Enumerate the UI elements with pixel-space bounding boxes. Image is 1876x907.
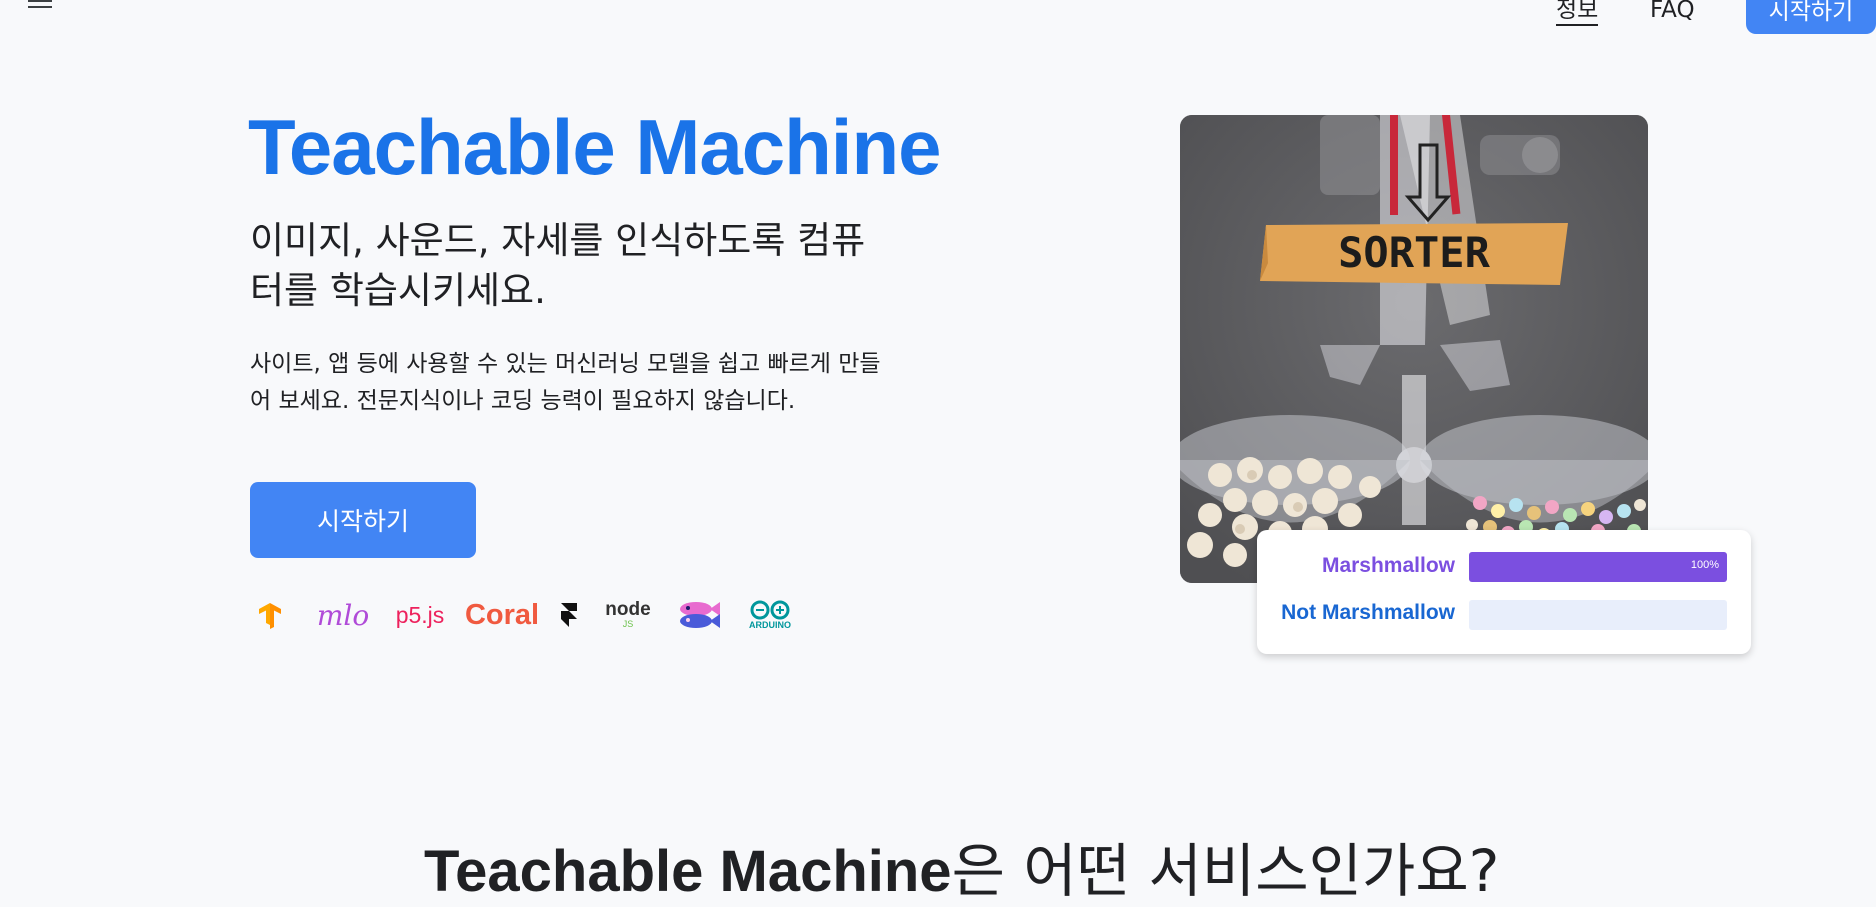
framer-logo-icon[interactable] (558, 594, 580, 636)
class-label-not-marshmallow: Not Marshmallow (1281, 601, 1455, 624)
hero-description: 사이트, 앱 등에 사용할 수 있는 머신러닝 모델을 쉽고 빠르게 만들어 보… (250, 351, 881, 414)
hero-title: Teachable Machine (248, 103, 941, 191)
partner-logos: mlo p5.js Coral node JS ARDUINO (256, 594, 816, 636)
get-started-button[interactable]: 시작하기 (250, 482, 476, 558)
hero-sorter-image: SORTER (1180, 115, 1648, 583)
hero-subtitle: 이미지, 사운드, 자세를 인식하도록 컴퓨터를 학습시키세요. (250, 219, 866, 312)
arduino-logo-text: ARDUINO (749, 620, 791, 630)
confidence-percent-marshmallow: 100% (1690, 559, 1719, 571)
p5js-logo[interactable]: p5.js (394, 594, 446, 636)
sorter-label-text: SORTER (1338, 228, 1490, 277)
arduino-logo[interactable]: ARDUINO (746, 594, 794, 636)
confidence-fill-marshmallow (1469, 552, 1727, 582)
class-label-marshmallow: Marshmallow (1321, 554, 1455, 577)
nav-faq-link[interactable]: FAQ (1650, 0, 1695, 22)
hamburger-menu-icon[interactable] (28, 0, 52, 14)
nodejs-logo-text: node (605, 599, 651, 620)
section-heading-bold: Teachable Machine (424, 839, 952, 904)
nodejs-logo-sub: JS (622, 619, 634, 629)
nodejs-logo[interactable]: node JS (600, 594, 656, 636)
confidence-bar-marshmallow: 100% (1469, 552, 1727, 582)
section-heading-rest: 은 어떤 서비스인가요? (951, 837, 1500, 905)
tensorflow-logo-icon[interactable] (256, 594, 284, 636)
section-heading: Teachable Machine은 어떤 서비스인가요? (424, 836, 1499, 907)
confidence-bar-not-marshmallow (1469, 600, 1727, 630)
glitch-fish-logo-icon[interactable] (676, 594, 722, 636)
prediction-card: Marshmallow 100% Not Marshmallow (1257, 530, 1751, 654)
nav-about-link[interactable]: 정보 (1556, 0, 1599, 26)
arduino-infinity-icon (750, 600, 790, 620)
coral-logo[interactable]: Coral (465, 594, 539, 636)
ml5-logo[interactable]: mlo (312, 594, 374, 636)
nav-get-started-button[interactable]: 시작하기 (1746, 0, 1876, 34)
